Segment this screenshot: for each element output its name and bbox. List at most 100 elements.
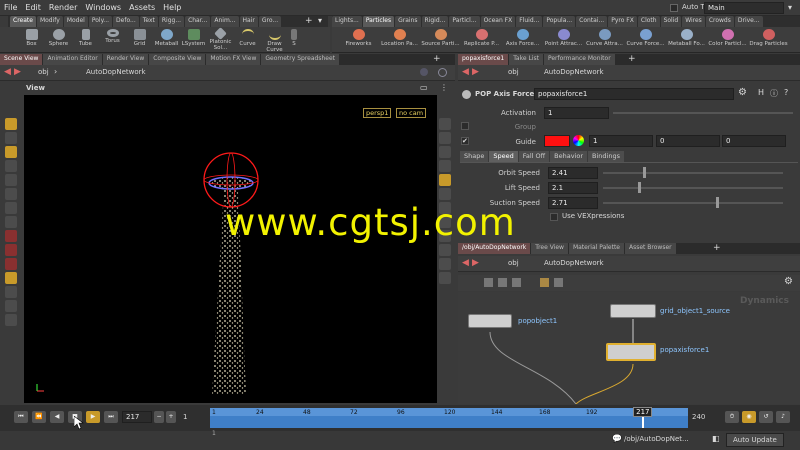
shape-palette-icon[interactable] xyxy=(554,278,563,287)
draw-curve-tool[interactable]: Draw Curve xyxy=(261,27,288,53)
view-tool-icon[interactable] xyxy=(5,146,17,158)
lift-speed-slider[interactable] xyxy=(603,187,783,189)
obj-path[interactable]: obj xyxy=(38,68,49,76)
bounding-box-icon[interactable] xyxy=(439,258,451,270)
forward-arrow-icon[interactable]: ▶ xyxy=(472,67,479,77)
menu-assets[interactable]: Assets xyxy=(125,0,159,12)
group-checkbox[interactable] xyxy=(461,122,469,130)
display-options-icon[interactable] xyxy=(439,118,451,130)
jump-start-button[interactable]: ⏮ xyxy=(14,411,28,423)
shelf-tab[interactable]: Create xyxy=(10,16,36,27)
pin-icon[interactable] xyxy=(420,68,428,76)
forward-arrow-icon[interactable]: ▶ xyxy=(14,67,21,77)
step-back-button[interactable]: ⏪ xyxy=(32,411,46,423)
tab-performance-monitor[interactable]: Performance Monitor xyxy=(543,54,615,65)
question-icon[interactable]: ? xyxy=(784,88,788,97)
shelf-tab[interactable]: Model xyxy=(63,16,88,27)
network-gear-icon[interactable]: ⚙ xyxy=(784,276,793,287)
move-tool-icon[interactable] xyxy=(5,132,17,144)
shelf-tab[interactable]: Cloth xyxy=(637,16,660,27)
tab-tree-view[interactable]: Tree View xyxy=(531,243,568,254)
network-dop-path[interactable]: AutoDopNetwork xyxy=(544,259,604,267)
tube-tool[interactable]: Tube xyxy=(72,27,99,47)
metaball-force-tool[interactable]: Metaball Fo... xyxy=(666,27,707,47)
use-vex-checkbox[interactable] xyxy=(550,213,558,221)
back-arrow-icon[interactable]: ◀ xyxy=(462,67,469,77)
audio-button[interactable]: ♪ xyxy=(776,411,790,423)
activation-field[interactable]: 1 xyxy=(544,107,609,119)
desktop-dropdown-icon[interactable]: ▾ xyxy=(788,3,792,12)
guide-color-swatch[interactable] xyxy=(544,135,570,147)
shelf-tab[interactable]: Contai... xyxy=(576,16,608,27)
visibility-icon[interactable] xyxy=(439,160,451,172)
range-start[interactable]: 1 xyxy=(212,430,216,437)
info-icon[interactable]: ⓘ xyxy=(770,88,778,99)
metaball-tool[interactable]: Metaball xyxy=(153,27,180,47)
link-icon[interactable] xyxy=(438,68,447,77)
node-name-field[interactable]: popaxisforce1 xyxy=(534,88,734,100)
shelf-tab[interactable]: Rigg... xyxy=(158,16,185,27)
help-icon[interactable]: H xyxy=(758,88,764,97)
select-tool-icon[interactable] xyxy=(5,118,17,130)
network-obj-path[interactable]: obj xyxy=(508,259,519,267)
drag-particles-tool[interactable]: Drag Particles xyxy=(748,27,789,47)
point-attractor-tool[interactable]: Point Attrac... xyxy=(543,27,584,47)
tab-geometry-spreadsheet[interactable]: Geometry Spreadsheet xyxy=(261,54,339,65)
auto-takes-checkbox[interactable] xyxy=(670,4,678,12)
timeline-track[interactable]: 1 24 48 72 96 120 144 168 192 217 xyxy=(210,407,688,428)
node-popaxisforce1[interactable] xyxy=(606,343,656,361)
status-path[interactable]: /obj/AutoDopNet... xyxy=(624,435,689,443)
replicate-particles-tool[interactable]: Replicate P... xyxy=(461,27,502,47)
desktop-select[interactable]: Main xyxy=(704,2,784,14)
shelf-tab[interactable]: Gro... xyxy=(258,16,282,27)
obj-path[interactable]: obj xyxy=(508,68,519,76)
realtime-button[interactable]: ⏱ xyxy=(725,411,739,423)
shelf-tab[interactable]: Pyro FX xyxy=(608,16,637,27)
tab-fall-off[interactable]: Fall Off xyxy=(518,151,550,162)
curve-attractor-tool[interactable]: Curve Attra... xyxy=(584,27,625,47)
menu-file[interactable]: File xyxy=(0,0,21,12)
record-tool-icon[interactable] xyxy=(5,314,17,326)
menu-help[interactable]: Help xyxy=(159,0,185,12)
loop-button[interactable]: ↺ xyxy=(759,411,773,423)
jump-end-button[interactable]: ⏭ xyxy=(104,411,118,423)
shelf-tab[interactable]: Poly... xyxy=(88,16,113,27)
box-tool[interactable]: Box xyxy=(18,27,45,47)
shelf-dropdown-icon[interactable]: ▾ xyxy=(318,16,322,25)
brush-tool-icon[interactable] xyxy=(5,202,17,214)
fireworks-tool[interactable]: Fireworks xyxy=(338,27,379,47)
tab-material-palette[interactable]: Material Palette xyxy=(568,243,624,254)
axis-force-tool[interactable]: Axis Force... xyxy=(502,27,543,47)
guide-r-field[interactable]: 1 xyxy=(589,135,653,147)
guide-g-field[interactable]: 0 xyxy=(656,135,720,147)
tab-render-view[interactable]: Render View xyxy=(102,54,149,65)
platonic-tool[interactable]: Platonic Sol... xyxy=(207,27,234,51)
shelf-tab[interactable]: Ocean FX xyxy=(480,16,516,27)
shelf-tab-particles[interactable]: Particles xyxy=(362,16,395,27)
color-wheel-icon[interactable] xyxy=(573,135,584,146)
suction-speed-slider[interactable] xyxy=(603,202,783,204)
tab-scene-view[interactable]: Scene View xyxy=(0,54,43,65)
update-mode-icon[interactable]: ◧ xyxy=(712,434,720,443)
node-grid-object1-source[interactable] xyxy=(610,304,656,318)
keyframe-button[interactable]: ◉ xyxy=(742,411,756,423)
isolate-icon[interactable] xyxy=(439,188,451,200)
tab-behavior[interactable]: Behavior xyxy=(550,151,588,162)
network-path[interactable]: AutoDopNetwork xyxy=(86,68,146,76)
source-particles-tool[interactable]: Source Parti... xyxy=(420,27,461,47)
snap-grid-icon[interactable] xyxy=(5,216,17,228)
node-popobject1[interactable] xyxy=(468,314,512,328)
handle-tool-icon[interactable] xyxy=(5,160,17,172)
play-reverse-button[interactable]: ◀ xyxy=(50,411,64,423)
tab-parameters[interactable]: popaxisforce1 xyxy=(458,54,509,65)
add-tab-icon[interactable]: + xyxy=(713,243,721,253)
camera-display-icon[interactable] xyxy=(439,272,451,284)
orbit-speed-handle[interactable] xyxy=(643,167,646,178)
menu-render[interactable]: Render xyxy=(45,0,81,12)
guide-checkbox[interactable]: ✔ xyxy=(461,137,469,145)
lighting-icon[interactable] xyxy=(439,174,451,186)
tab-bindings[interactable]: Bindings xyxy=(588,151,624,162)
magnet2-icon[interactable] xyxy=(5,258,17,270)
tab-motion-fx-view[interactable]: Motion FX View xyxy=(206,54,261,65)
update-mode-button[interactable]: Auto Update xyxy=(726,433,784,447)
